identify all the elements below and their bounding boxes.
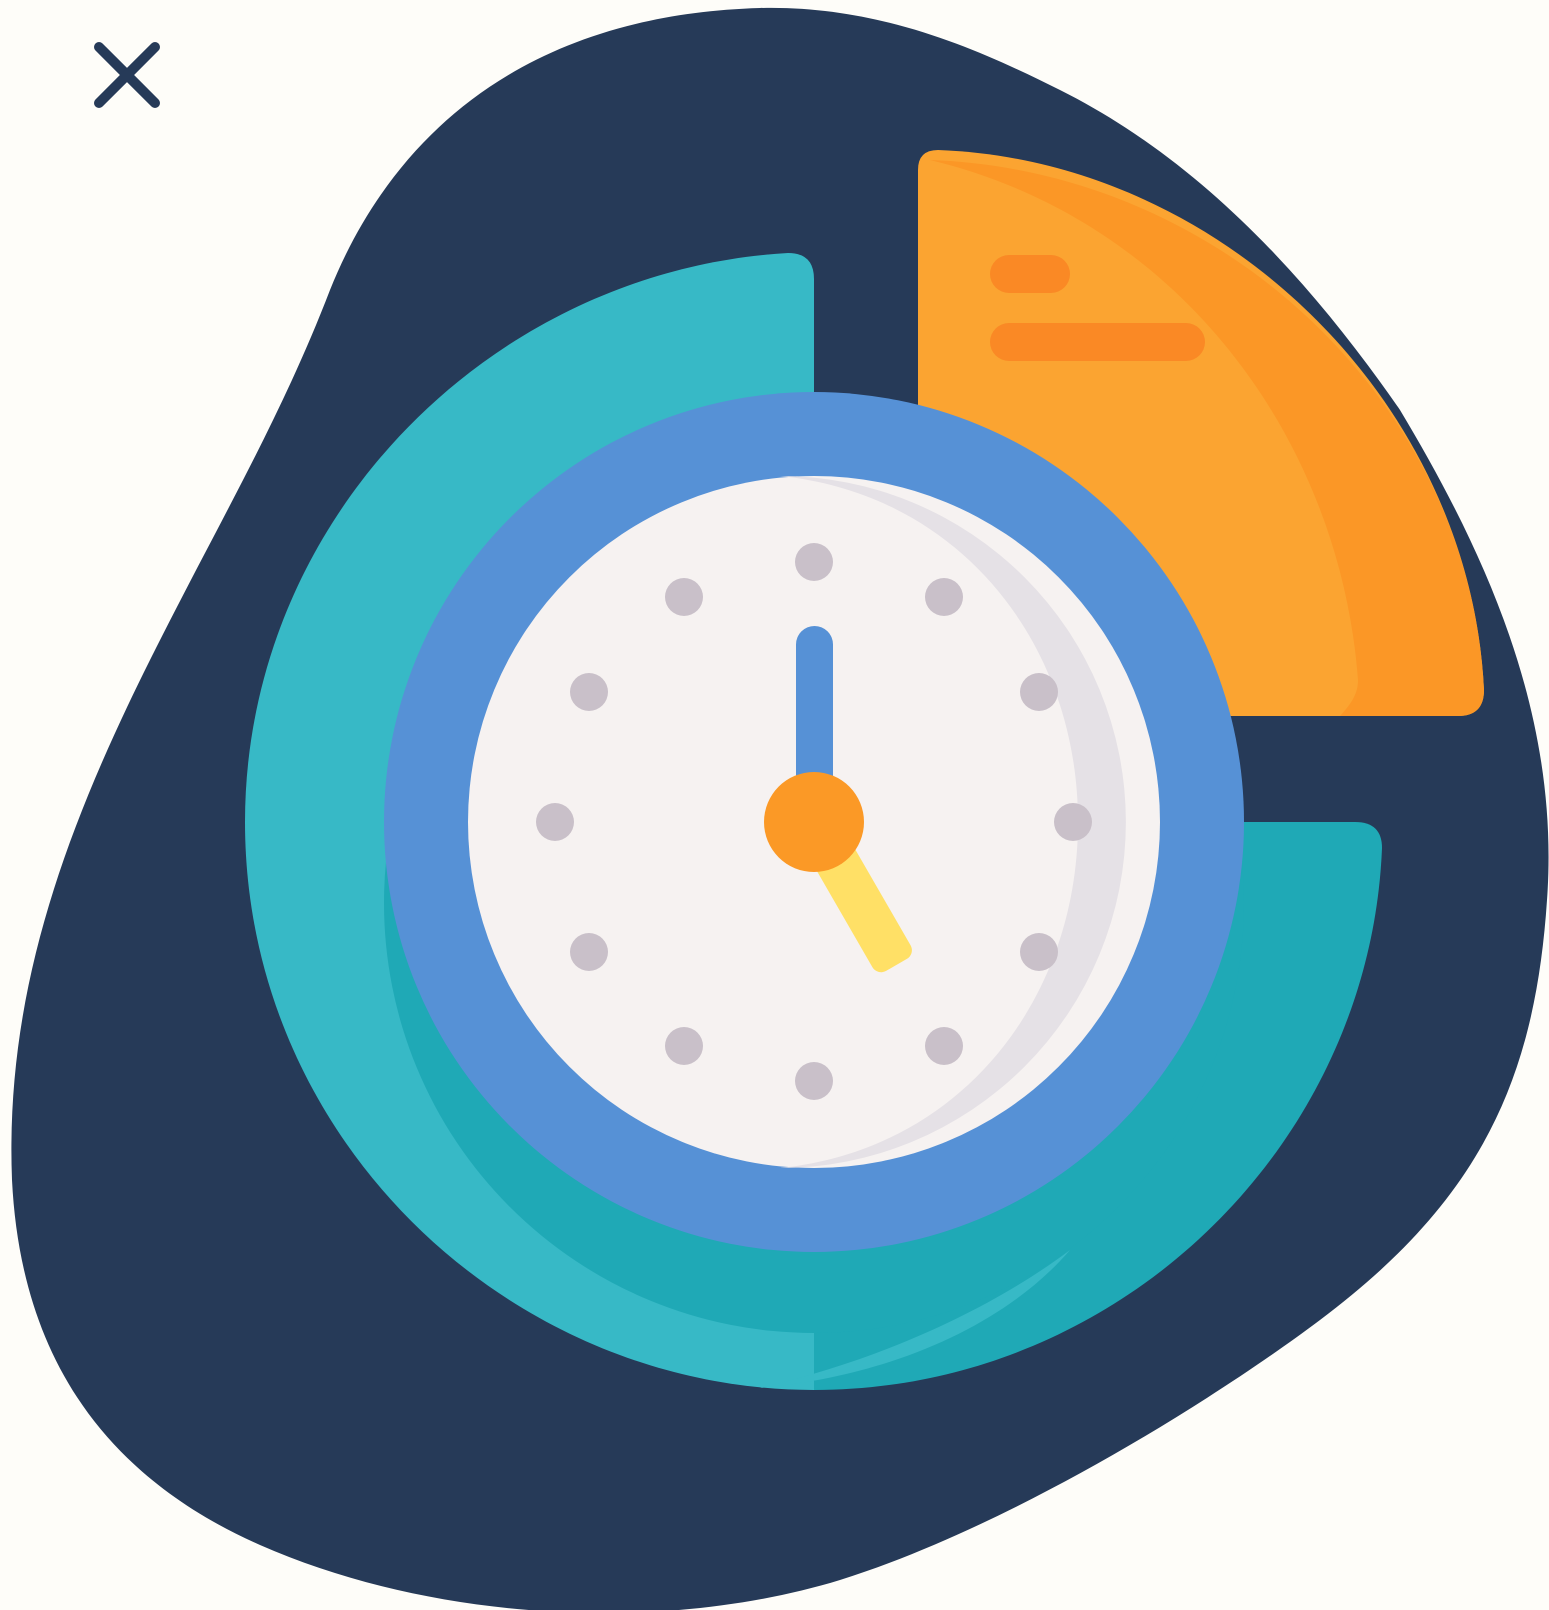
clock-hub: [764, 772, 864, 872]
close-button[interactable]: [78, 30, 174, 126]
tick-10: [570, 673, 608, 711]
tick-11: [665, 578, 703, 616]
tick-6: [795, 1062, 833, 1100]
app-stage: [0, 0, 1549, 1610]
card-line-long: [990, 323, 1205, 361]
tick-12: [795, 543, 833, 581]
tick-9: [536, 803, 574, 841]
tick-8: [570, 933, 608, 971]
tick-7: [665, 1027, 703, 1065]
tick-5: [925, 1027, 963, 1065]
tick-3: [1054, 803, 1092, 841]
close-icon: [94, 42, 160, 108]
clock-illustration: [11, 7, 1549, 1610]
tick-2: [1020, 673, 1058, 711]
tick-4: [1020, 933, 1058, 971]
tick-1: [925, 578, 963, 616]
card-line-short: [990, 255, 1070, 293]
